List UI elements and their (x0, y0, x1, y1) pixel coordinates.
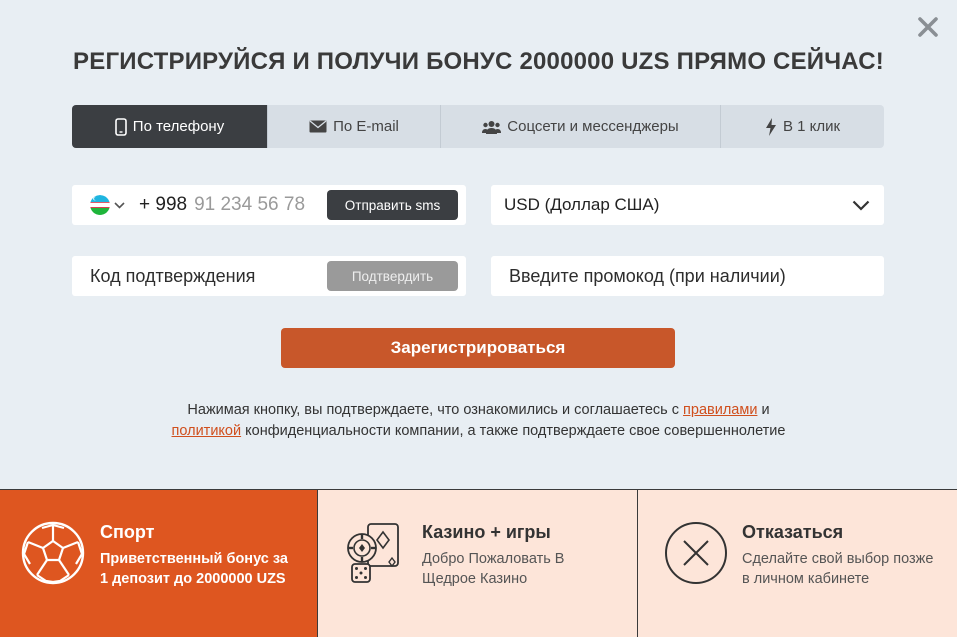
uzbekistan-flag-icon (90, 195, 110, 215)
phone-prefix: + 998 (139, 194, 188, 215)
bonus-casino[interactable]: Казино + игры Добро Пожаловать В Щедрое … (318, 490, 638, 637)
registration-tabs: По телефону По E-mail Соцсети и мессендж… (72, 105, 884, 148)
confirmation-code-input[interactable] (90, 256, 310, 296)
close-icon (918, 17, 938, 37)
tab-phone[interactable]: По телефону (72, 105, 268, 148)
rules-link[interactable]: правилами (683, 402, 757, 418)
currency-value: USD (Доллар США) (504, 195, 660, 214)
bonus-description: Добро Пожаловать В Щедрое Казино (422, 551, 565, 587)
tab-label: В 1 клик (782, 118, 841, 135)
confirm-button[interactable]: Подтвердить (327, 261, 458, 291)
tab-label: По телефону (132, 118, 225, 135)
bonus-description: Приветственный бонус за 1 депозит до 200… (100, 551, 288, 587)
country-selector[interactable] (72, 195, 125, 215)
policy-link[interactable]: политикой (172, 423, 242, 439)
register-button[interactable]: Зарегистрироваться (281, 328, 675, 368)
users-icon (482, 120, 502, 134)
bonus-description: Сделайте свой выбор позже в личном кабин… (742, 551, 934, 587)
legal-text: и (757, 402, 770, 418)
tab-label: По E-mail (333, 118, 399, 135)
send-sms-button[interactable]: Отправить sms (327, 190, 458, 220)
tab-social[interactable]: Соцсети и мессенджеры (441, 105, 721, 148)
bonus-decline[interactable]: Отказаться Сделайте свой выбор позже в л… (638, 490, 957, 637)
lightning-icon (765, 117, 777, 136)
close-button[interactable] (915, 14, 941, 40)
tab-email[interactable]: По E-mail (268, 105, 441, 148)
bonus-sport[interactable]: Спорт Приветственный бонус за 1 депозит … (0, 490, 318, 637)
chevron-down-icon (114, 201, 125, 209)
promo-code-input[interactable] (509, 256, 869, 296)
page-title: РЕГИСТРИРУЙСЯ И ПОЛУЧИ БОНУС 2000000 UZS… (73, 48, 884, 75)
promo-code-field (491, 256, 884, 296)
confirmation-code-field: Подтвердить (72, 256, 466, 296)
bonus-options: Спорт Приветственный бонус за 1 депозит … (0, 489, 957, 637)
envelope-icon (309, 120, 327, 133)
phone-field: + 998 Отправить sms (72, 185, 466, 225)
phone-input[interactable] (194, 194, 325, 216)
bonus-title: Спорт (100, 522, 155, 542)
phone-icon (114, 117, 127, 136)
casino-chips-cards-icon (344, 520, 410, 586)
bonus-title: Отказаться (742, 522, 844, 542)
tab-one-click[interactable]: В 1 клик (721, 105, 884, 148)
legal-text: Нажимая кнопку, вы подтверждаете, что оз… (187, 402, 684, 418)
legal-notice: Нажимая кнопку, вы подтверждаете, что оз… (100, 400, 857, 442)
circle-x-icon (663, 520, 729, 586)
soccer-ball-icon (20, 520, 86, 586)
bonus-title: Казино + игры (422, 522, 551, 542)
legal-text: конфиденциальности компании, а также под… (241, 423, 786, 439)
chevron-down-icon (852, 200, 870, 211)
tab-label: Соцсети и мессенджеры (507, 118, 679, 135)
currency-select[interactable]: USD (Доллар США) (491, 185, 884, 225)
